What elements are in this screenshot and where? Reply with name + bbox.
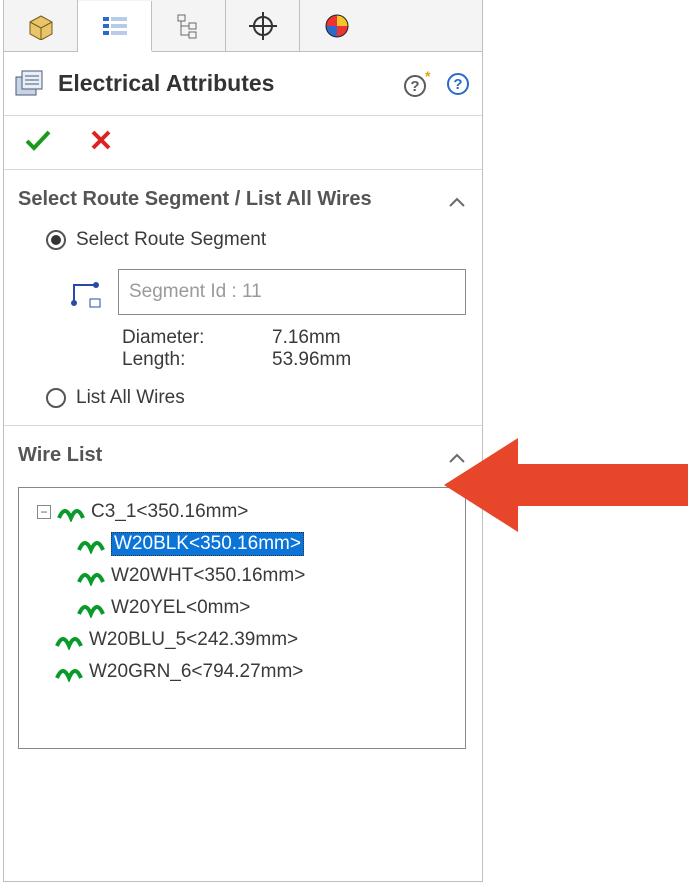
crosshair-target-icon — [249, 12, 277, 40]
page-title: Electrical Attributes — [58, 70, 404, 97]
panel-title-row: Electrical Attributes ? * ? — [4, 52, 482, 116]
tree-item-label: W20GRN_6<794.27mm> — [89, 661, 303, 683]
tree-wire-row[interactable]: W20GRN_6<794.27mm> — [25, 656, 459, 688]
chevron-up-icon — [448, 192, 466, 213]
wire-icon — [77, 534, 105, 554]
wire-icon — [77, 598, 105, 618]
property-panel: Electrical Attributes ? * ? Select Route… — [3, 0, 483, 882]
tree-item-label: W20WHT<350.16mm> — [111, 565, 305, 587]
segment-sketch-icon — [70, 275, 102, 309]
tree-wire-row[interactable]: W20WHT<350.16mm> — [25, 560, 459, 592]
tree-wire-row[interactable]: W20YEL<0mm> — [25, 592, 459, 624]
section-wire-list-header[interactable]: Wire List — [4, 426, 482, 479]
tree-wire-row[interactable]: W20BLK<350.16mm> — [25, 528, 459, 560]
help-tips-icon[interactable]: ? * — [404, 71, 430, 97]
segment-id-input[interactable]: Segment Id : 11 — [118, 269, 466, 315]
confirm-row — [4, 116, 482, 170]
wire-icon — [55, 630, 83, 650]
length-value: 53.96mm — [272, 349, 351, 371]
radio-label: Select Route Segment — [76, 229, 266, 251]
panel-tab-bar — [4, 0, 482, 52]
svg-text:*: * — [425, 71, 430, 84]
electrical-attributes-icon — [14, 69, 48, 99]
segment-id-placeholder: Segment Id : 11 — [129, 281, 262, 303]
radio-checked-icon — [46, 230, 66, 250]
tab-assembly[interactable] — [4, 0, 78, 51]
color-ball-icon — [323, 12, 351, 40]
ok-button[interactable] — [24, 127, 52, 159]
list-properties-icon — [100, 13, 130, 39]
radio-unchecked-icon — [46, 388, 66, 408]
tree-hierarchy-icon — [175, 13, 203, 39]
tab-properties[interactable] — [78, 1, 152, 52]
svg-text:?: ? — [410, 78, 419, 95]
section-heading-label: Select Route Segment / List All Wires — [18, 188, 372, 211]
segment-id-row: Segment Id : 11 — [4, 255, 482, 321]
tree-item-label: W20BLK<350.16mm> — [111, 532, 304, 556]
panel-scroll-area[interactable]: Select Route Segment / List All Wires Se… — [4, 170, 482, 881]
diameter-label: Diameter: — [122, 327, 272, 349]
cable-icon — [57, 502, 85, 522]
tab-feature-tree[interactable] — [152, 0, 226, 51]
wire-icon — [55, 662, 83, 682]
tree-item-label: W20YEL<0mm> — [111, 597, 250, 619]
tree-item-label: C3_1<350.16mm> — [91, 501, 248, 523]
radio-label: List All Wires — [76, 387, 185, 409]
section-route-segment-header[interactable]: Select Route Segment / List All Wires — [4, 170, 482, 223]
radio-select-route-segment[interactable]: Select Route Segment — [4, 223, 482, 255]
section-heading-label: Wire List — [18, 444, 102, 467]
tab-datum[interactable] — [226, 0, 300, 51]
tree-cable-row[interactable]: − C3_1<350.16mm> — [25, 496, 459, 528]
tree-item-label: W20BLU_5<242.39mm> — [89, 629, 298, 651]
radio-list-all-wires[interactable]: List All Wires — [4, 383, 482, 425]
cancel-button[interactable] — [90, 127, 112, 158]
tree-wire-row[interactable]: W20BLU_5<242.39mm> — [25, 624, 459, 656]
wire-list-tree[interactable]: − C3_1<350.16mm> W20BLK<350.16mm> W20WHT… — [18, 487, 466, 749]
tree-collapse-icon[interactable]: − — [37, 505, 51, 519]
svg-text:?: ? — [453, 76, 462, 93]
tab-appearance[interactable] — [300, 0, 374, 51]
chevron-up-icon — [448, 448, 466, 469]
length-label: Length: — [122, 349, 272, 371]
wire-icon — [77, 566, 105, 586]
diameter-value: 7.16mm — [272, 327, 341, 349]
box-isometric-icon — [26, 12, 56, 40]
help-icon[interactable]: ? — [446, 72, 470, 96]
segment-dimensions: Diameter: 7.16mm Length: 53.96mm — [4, 321, 482, 383]
